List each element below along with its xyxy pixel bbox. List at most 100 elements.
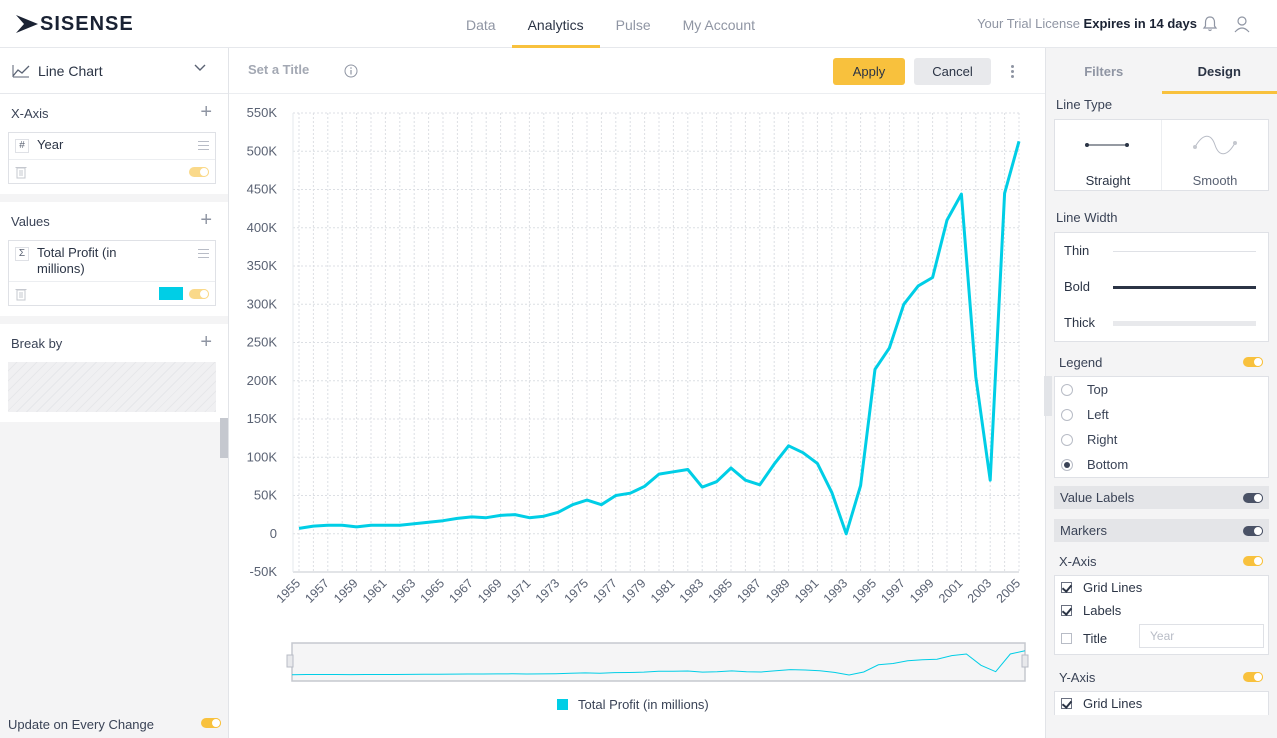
xaxis-section: X-Axis + # Year [0, 94, 228, 194]
xaxis-labels[interactable]: Labels [1055, 599, 1268, 622]
legend-row: Legend [1046, 348, 1277, 376]
add-value-icon[interactable]: + [200, 210, 212, 230]
add-breakby-icon[interactable]: + [200, 332, 212, 352]
x-tick-label: 1985 [706, 576, 736, 606]
more-options-icon[interactable] [1011, 65, 1015, 80]
values-field-toggle[interactable] [189, 289, 209, 299]
license-expiry: Expires in 14 days [1083, 16, 1197, 31]
x-tick-label: 1955 [274, 576, 304, 606]
y-tick-label: 300K [247, 296, 278, 311]
value-labels-row: Value Labels [1054, 486, 1269, 509]
y-tick-label: -50K [250, 564, 278, 579]
yaxis-grid-lines[interactable]: Grid Lines [1055, 692, 1268, 715]
trash-icon[interactable] [15, 165, 27, 179]
xaxis-header: X-Axis + [0, 94, 228, 132]
xaxis-section-label: X-Axis [11, 105, 49, 121]
values-section: Values + Σ Total Profit (in millions) [0, 202, 228, 316]
legend-toggle[interactable] [1243, 357, 1263, 367]
x-tick-label: 1987 [734, 576, 764, 606]
markers-label: Markers [1060, 523, 1107, 538]
value-labels-toggle[interactable] [1243, 493, 1263, 503]
values-section-label: Values [11, 213, 50, 229]
bold-label: Bold [1064, 279, 1091, 294]
sum-type-icon: Σ [15, 247, 29, 261]
sisense-logo[interactable]: SISENSE [16, 13, 134, 35]
yaxis-settings-row: Y-Axis [1046, 663, 1277, 691]
tab-design[interactable]: Design [1161, 48, 1277, 94]
x-tick-label: 1957 [302, 576, 332, 606]
navigator-right-handle [1021, 654, 1029, 668]
main-nav: Data Analytics Pulse My Account [450, 0, 771, 48]
values-field-name[interactable]: Total Profit (in millions) [37, 245, 157, 277]
license-prefix: Your Trial License [977, 16, 1084, 31]
legend-position-options: Top Left Right Bottom [1054, 376, 1269, 478]
x-tick-label: 1989 [763, 576, 793, 606]
nav-tab-analytics[interactable]: Analytics [511, 0, 600, 48]
line-width-bold[interactable]: Bold [1055, 269, 1268, 305]
add-xaxis-icon[interactable]: + [200, 102, 212, 122]
cancel-button[interactable]: Cancel [914, 58, 991, 85]
smooth-line-icon [1193, 135, 1237, 155]
x-tick-label: 2003 [965, 576, 995, 606]
breakby-drop-zone[interactable] [8, 362, 216, 412]
x-tick-label: 1967 [446, 576, 476, 606]
markers-row: Markers [1054, 519, 1269, 542]
values-header: Values + [0, 202, 228, 240]
line-width-label: Line Width [1056, 210, 1118, 225]
trash-icon[interactable] [15, 287, 27, 301]
values-field-card[interactable]: Σ Total Profit (in millions) [8, 240, 216, 306]
breakby-header: Break by + [0, 324, 228, 362]
nav-tab-pulse[interactable]: Pulse [600, 0, 667, 48]
update-on-change-toggle[interactable] [201, 718, 221, 728]
x-tick-label: 2005 [994, 576, 1024, 606]
line-width-thin[interactable]: Thin [1055, 233, 1268, 269]
xaxis-title[interactable]: Title Year [1055, 622, 1268, 654]
editor-toolbar: Set a Title Apply Cancel [229, 48, 1045, 94]
info-icon[interactable] [344, 64, 358, 78]
top-bar: SISENSE Data Analytics Pulse My Account … [0, 0, 1277, 48]
line-type-label: Line Type [1056, 97, 1113, 112]
xaxis-field-toggle[interactable] [189, 167, 209, 177]
yaxis-toggle[interactable] [1243, 672, 1263, 682]
line-type-smooth[interactable]: Smooth [1161, 120, 1268, 190]
thick-label: Thick [1064, 315, 1096, 330]
series-color-swatch[interactable] [159, 287, 183, 300]
x-tick-label: 1997 [878, 576, 908, 606]
legend-swatch [557, 699, 568, 710]
update-on-change-label: Update on Every Change [8, 717, 154, 732]
x-tick-label: 1991 [792, 576, 822, 606]
legend-position-right[interactable]: Right [1055, 427, 1268, 452]
legend-position-left[interactable]: Left [1055, 402, 1268, 427]
left-panel-collapse-handle[interactable] [220, 418, 228, 458]
tab-filters[interactable]: Filters [1046, 48, 1162, 94]
nav-tab-my-account[interactable]: My Account [667, 0, 771, 48]
legend-position-top[interactable]: Top [1055, 377, 1268, 402]
widget-title-input[interactable]: Set a Title [248, 62, 309, 77]
y-tick-label: 100K [247, 449, 278, 464]
chart-type-label: Line Chart [38, 62, 103, 79]
value-labels-label: Value Labels [1060, 490, 1135, 505]
drag-handle-icon[interactable] [198, 249, 209, 261]
bell-icon[interactable] [1200, 14, 1220, 34]
nav-tab-data[interactable]: Data [450, 0, 512, 48]
drag-handle-icon[interactable] [198, 141, 209, 153]
panel-tabs: Filters Design [1046, 48, 1277, 94]
xaxis-field-name[interactable]: Year [37, 137, 63, 152]
right-panel-collapse-handle[interactable] [1044, 376, 1052, 416]
line-width-thick[interactable]: Thick [1055, 305, 1268, 341]
line-chart: 550K 500K 450K 400K 350K 300K 250K 200K 150K 100K… [247, 105, 1029, 682]
apply-button[interactable]: Apply [833, 58, 905, 85]
markers-toggle[interactable] [1243, 526, 1263, 536]
xaxis-toggle[interactable] [1243, 556, 1263, 566]
chart-type-selector[interactable]: Line Chart [0, 48, 228, 94]
y-tick-label: 400K [247, 220, 278, 235]
xaxis-title-input[interactable]: Year [1139, 624, 1264, 648]
xaxis-grid-lines[interactable]: Grid Lines [1055, 576, 1268, 599]
user-icon[interactable] [1232, 14, 1252, 34]
xaxis-field-card[interactable]: # Year [8, 132, 216, 184]
legend-position-bottom[interactable]: Bottom [1055, 452, 1268, 477]
line-type-straight[interactable]: Straight [1055, 120, 1161, 190]
y-tick-label: 50K [254, 488, 277, 503]
chart-legend[interactable]: Total Profit (in millions) [557, 697, 709, 712]
y-tick-label: 500K [247, 143, 278, 158]
